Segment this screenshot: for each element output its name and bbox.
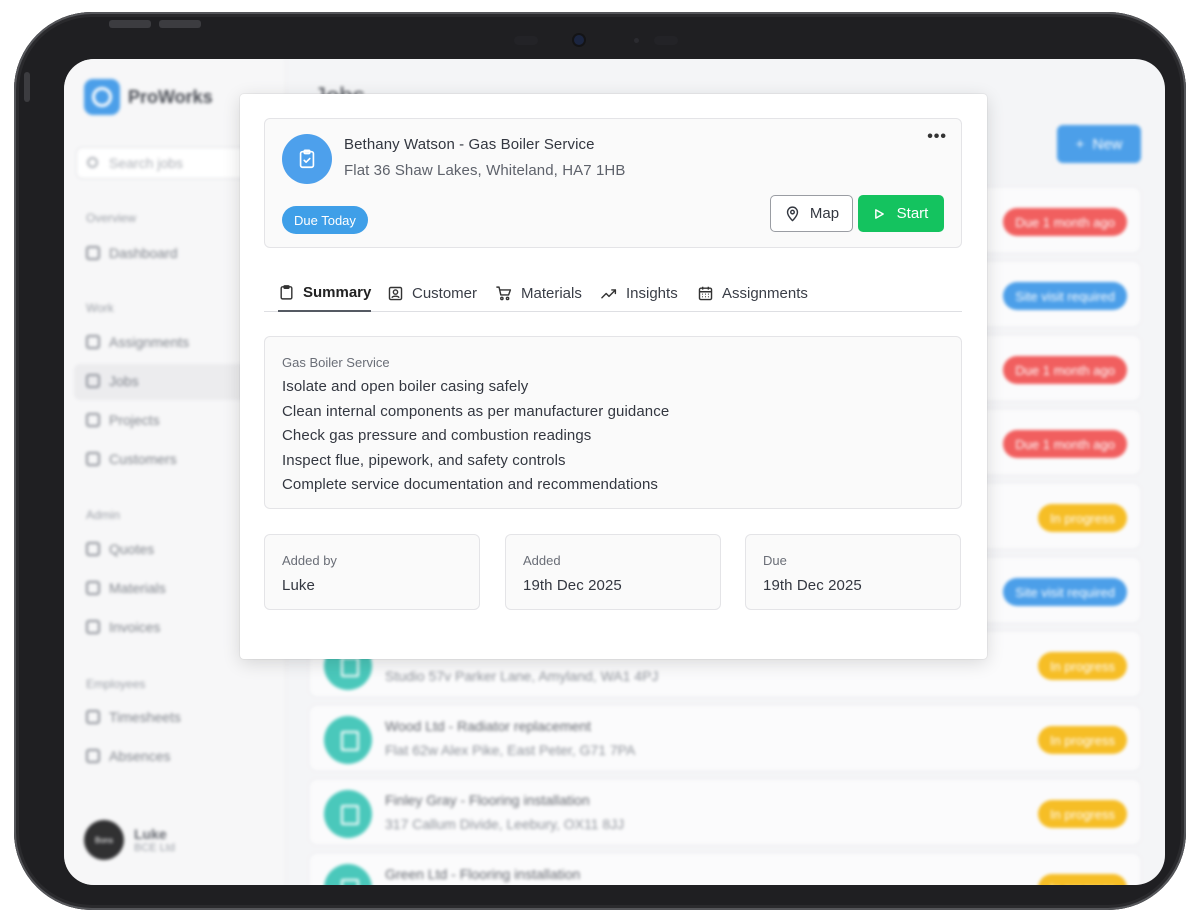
volume-button xyxy=(159,20,201,28)
screen: ProWorks Search jobs Overview Dashboard … xyxy=(64,59,1165,885)
added-date-card: Added 19th Dec 2025 xyxy=(505,534,721,610)
tab-bar: Summary Customer Materials Insights Assi… xyxy=(264,274,962,312)
calendar-icon xyxy=(698,286,713,300)
list-item: Isolate and open boiler casing safely xyxy=(282,378,529,395)
info-value: 19th Dec 2025 xyxy=(523,577,622,594)
tab-summary[interactable]: Summary xyxy=(278,274,372,312)
info-label: Added by xyxy=(282,553,337,568)
task-list: Isolate and open boiler casing safely Cl… xyxy=(282,378,669,501)
job-address: Flat 36 Shaw Lakes, Whiteland, HA7 1HB xyxy=(344,162,626,179)
play-icon xyxy=(874,208,884,219)
sensor-icon xyxy=(654,36,678,45)
summary-heading: Gas Boiler Service xyxy=(282,355,390,370)
status-badge: Due Today xyxy=(282,206,368,234)
list-item: Check gas pressure and combustion readin… xyxy=(282,427,592,444)
contact-icon xyxy=(388,286,403,300)
map-pin-icon xyxy=(786,206,799,222)
clipboard-icon xyxy=(280,284,293,300)
volume-button xyxy=(109,20,151,28)
start-button-label: Start xyxy=(896,205,929,222)
clipboard-check-icon xyxy=(282,134,332,184)
cart-icon xyxy=(496,285,512,300)
tab-materials[interactable]: Materials xyxy=(495,274,582,312)
summary-card: Gas Boiler Service Isolate and open boil… xyxy=(264,336,962,509)
more-options-icon[interactable]: ••• xyxy=(927,129,947,145)
info-label: Added xyxy=(523,553,561,568)
tablet-frame: ProWorks Search jobs Overview Dashboard … xyxy=(14,12,1186,910)
added-by-card: Added by Luke xyxy=(264,534,480,610)
tab-insights[interactable]: Insights xyxy=(600,274,678,312)
info-label: Due xyxy=(763,553,787,568)
list-item: Inspect flue, pipework, and safety contr… xyxy=(282,451,566,469)
list-item: Complete service documentation and recom… xyxy=(282,476,659,493)
trend-icon xyxy=(601,288,617,298)
list-item: Clean internal components as per manufac… xyxy=(282,402,670,420)
camera-icon xyxy=(574,35,584,45)
info-value: Luke xyxy=(282,577,315,594)
map-button-label: Map xyxy=(809,205,840,222)
power-button xyxy=(24,72,30,102)
start-button[interactable]: Start xyxy=(858,195,944,232)
map-button[interactable]: Map xyxy=(770,195,853,232)
tab-customer[interactable]: Customer xyxy=(387,274,477,312)
job-title: Bethany Watson - Gas Boiler Service xyxy=(344,136,595,153)
job-header-card: Bethany Watson - Gas Boiler Service Flat… xyxy=(264,118,962,248)
sensor-icon xyxy=(634,38,639,43)
info-value: 19th Dec 2025 xyxy=(763,577,862,594)
job-detail-modal: Bethany Watson - Gas Boiler Service Flat… xyxy=(240,94,987,659)
sensor-icon xyxy=(514,36,538,45)
tab-assignments[interactable]: Assignments xyxy=(697,274,808,312)
due-date-card: Due 19th Dec 2025 xyxy=(745,534,961,610)
